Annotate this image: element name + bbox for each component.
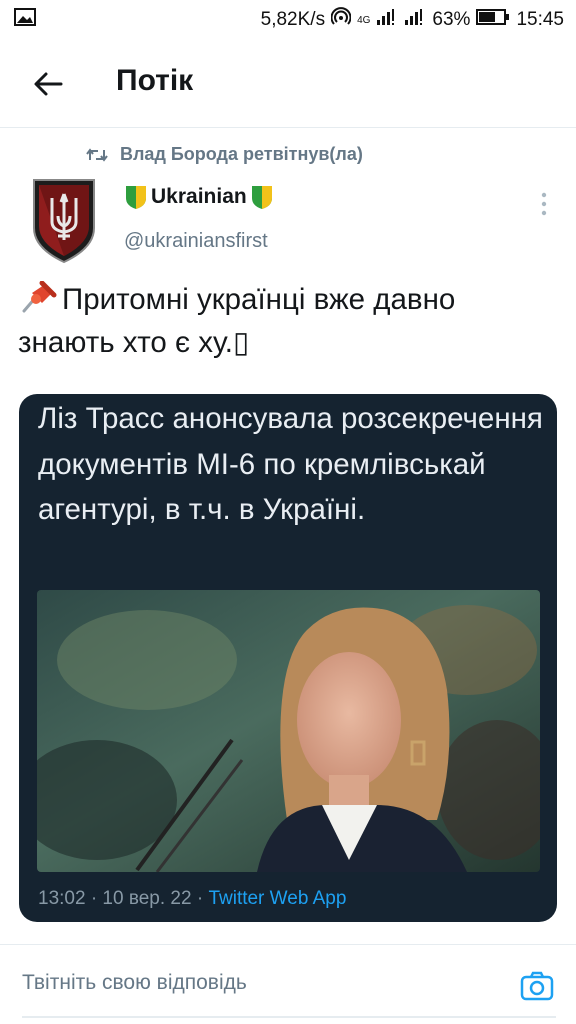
author-handle[interactable]: @ukrainiansfirst	[124, 230, 268, 253]
gallery-icon	[14, 8, 36, 32]
media-source-app: Twitter Web App	[208, 888, 347, 909]
media-photo[interactable]	[37, 590, 540, 872]
retweet-context[interactable]: Влад Борода ретвітнув(ла)	[86, 144, 363, 165]
network-speed: 5,82K/s	[260, 9, 326, 30]
author-name[interactable]: Ukrainian	[124, 184, 274, 210]
green-shield-icon	[126, 186, 146, 209]
hotspot-icon	[330, 7, 352, 33]
back-button[interactable]	[26, 62, 70, 106]
media-timestamp: 13:02 · 10 вер. 22 ·	[38, 888, 209, 909]
tweet-body: Притомні українці вже давно знають хто є…	[18, 283, 456, 359]
author-name-text: Ukrainian	[151, 185, 247, 208]
camera-icon	[520, 971, 554, 1001]
reply-underline	[22, 1016, 556, 1018]
tweet-media[interactable]: Ліз Трасс анонсувала розсекречення докум…	[19, 394, 557, 922]
more-options-button[interactable]	[532, 190, 556, 218]
camera-button[interactable]	[518, 967, 556, 1005]
status-bar: 5,82K/s 4G 63% 15:45	[0, 0, 576, 40]
signal-icon	[376, 8, 398, 32]
battery-icon	[476, 8, 510, 32]
arrow-left-icon	[34, 72, 63, 96]
signal-icon-2	[404, 8, 426, 32]
reply-bar: Твітніть свою відповідь	[0, 944, 576, 1024]
clock: 15:45	[516, 9, 564, 30]
avatar[interactable]	[28, 176, 100, 264]
media-meta: 13:02 · 10 вер. 22 · Twitter Web App	[38, 888, 346, 910]
battery-percent: 63%	[432, 9, 471, 30]
shield-trident-icon	[33, 179, 95, 264]
retweet-label: Влад Борода ретвітнув(ла)	[120, 144, 363, 164]
vertical-dots-icon	[541, 192, 547, 216]
reply-input[interactable]: Твітніть свою відповідь	[22, 971, 502, 995]
top-bar: Потік	[0, 40, 576, 128]
tweet-text: Притомні українці вже давно знають хто є…	[18, 278, 558, 364]
page-title: Потік	[116, 64, 194, 97]
network-type: 4G	[357, 14, 371, 26]
media-caption: Ліз Трасс анонсувала розсекречення докум…	[38, 402, 543, 526]
pushpin-icon	[18, 280, 62, 313]
retweet-icon	[86, 147, 108, 162]
green-shield-icon	[251, 186, 272, 209]
